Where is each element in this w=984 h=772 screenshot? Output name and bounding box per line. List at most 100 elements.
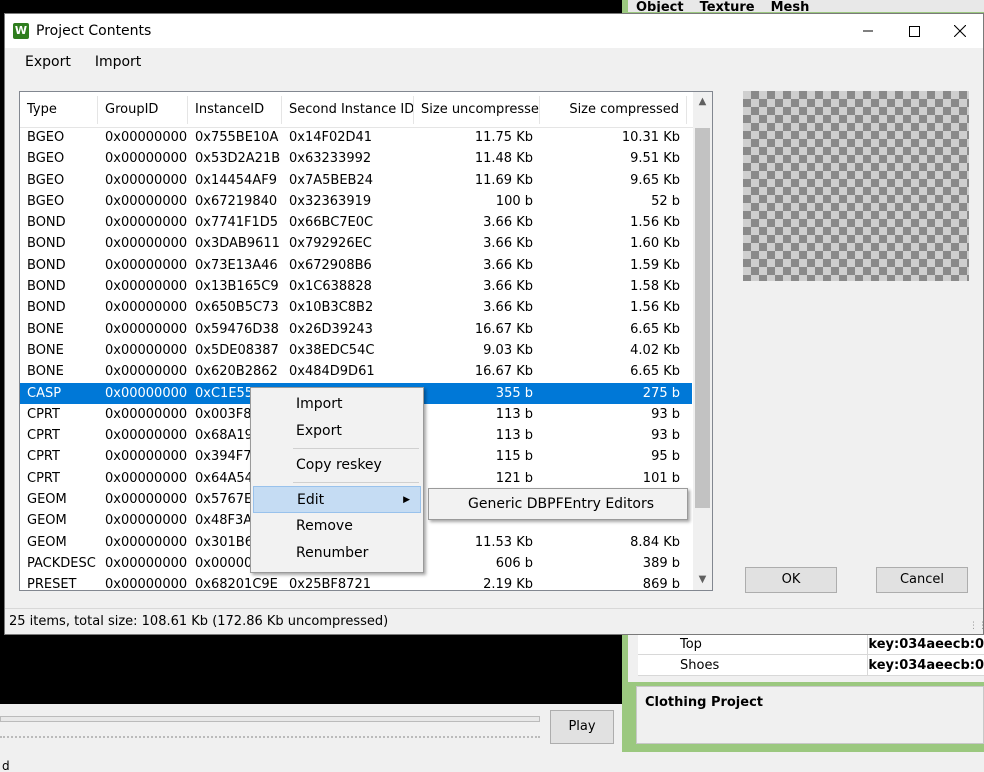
table-cell: 3.66 Kb xyxy=(483,236,533,252)
tab-object[interactable]: Object xyxy=(628,1,692,12)
table-cell: CPRT xyxy=(27,406,60,422)
table-cell: 2.19 Kb xyxy=(483,577,533,591)
table-cell: 0x38EDC54C xyxy=(289,342,375,358)
table-cell: 0x00000000 xyxy=(105,513,188,529)
table-cell: 0x59476D38 xyxy=(195,321,279,337)
table-row[interactable]: PRESET 0x00000000 0x68201C9E 0x25BF8721 2.19… xyxy=(20,574,692,591)
close-button[interactable] xyxy=(937,14,983,48)
tab-mesh[interactable]: Mesh xyxy=(763,1,818,12)
table-cell: 0x68201C9E xyxy=(195,577,278,591)
tab-texture[interactable]: Texture xyxy=(692,1,763,12)
table-cell: 9.65 Kb xyxy=(630,172,680,188)
table-cell: 113 b xyxy=(495,406,533,422)
app-logo-icon: W xyxy=(13,23,29,39)
table-cell: 1.60 Kb xyxy=(630,236,680,252)
table-row[interactable]: BGEO 0x00000000 0x67219840 0x32363919 100 b 5… xyxy=(20,191,692,212)
table-cell: BOND xyxy=(27,300,66,316)
table-cell: BOND xyxy=(27,279,66,295)
property-row-top[interactable]: Top key:034aeecb:0 xyxy=(638,634,984,655)
play-button[interactable]: Play xyxy=(550,710,614,744)
table-cell: 0x00000000 xyxy=(105,300,188,316)
table-cell: 113 b xyxy=(495,428,533,444)
table-cell: 1.56 Kb xyxy=(630,300,680,316)
table-row[interactable]: BONE 0x00000000 0x620B2862 0x484D9D61 16.67 … xyxy=(20,361,692,382)
column-header-instanceid[interactable]: InstanceID xyxy=(188,95,282,124)
close-icon xyxy=(954,25,966,37)
table-cell: 1.56 Kb xyxy=(630,215,680,231)
menu-separator xyxy=(293,448,419,449)
context-menu-import[interactable]: Import xyxy=(253,391,421,418)
submenu-generic-editors[interactable]: Generic DBPFEntry Editors xyxy=(468,496,654,512)
table-cell: 11.53 Kb xyxy=(474,534,533,550)
context-menu-export[interactable]: Export xyxy=(253,418,421,445)
table-cell: 10.31 Kb xyxy=(621,130,680,145)
table-cell: 0x00000000 xyxy=(105,172,188,188)
table-cell: 0x00000000 xyxy=(105,193,188,209)
property-row-shoes[interactable]: Shoes key:034aeecb:0 xyxy=(638,655,984,676)
context-menu-edit[interactable]: Edit ▶ xyxy=(253,486,421,513)
scrollbar-thumb[interactable] xyxy=(695,128,710,508)
column-header-type[interactable]: Type xyxy=(20,95,98,124)
table-cell: 8.84 Kb xyxy=(630,534,680,550)
column-header-size-compressed[interactable]: Size compressed xyxy=(540,95,687,124)
table-cell: 1.58 Kb xyxy=(630,279,680,295)
resize-grip-icon[interactable]: ⋮⋮ xyxy=(969,620,984,632)
table-cell: CPRT xyxy=(27,428,60,444)
maximize-button[interactable] xyxy=(891,14,937,48)
table-cell: 3.66 Kb xyxy=(483,215,533,231)
table-cell: BGEO xyxy=(27,130,65,145)
table-cell: 0x484D9D61 xyxy=(289,364,375,380)
context-menu-renumber[interactable]: Renumber xyxy=(253,540,421,567)
cancel-button[interactable]: Cancel xyxy=(876,567,968,593)
chevron-up-icon[interactable]: ▲ xyxy=(693,92,712,112)
table-cell: 121 b xyxy=(495,470,533,486)
table-cell: 0x620B2862 xyxy=(195,364,278,380)
chevron-down-icon[interactable]: ▼ xyxy=(693,570,712,590)
table-cell: 0x13B165C9 xyxy=(195,279,279,295)
table-row[interactable]: BOND 0x00000000 0x650B5C73 0x10B3C8B2 3.66 K… xyxy=(20,297,692,318)
vertical-scrollbar[interactable]: ▲ ▼ xyxy=(693,92,712,590)
table-cell: 0x00000000 xyxy=(105,406,188,422)
column-header-second-instanceid[interactable]: Second Instance ID xyxy=(282,95,414,124)
table-cell: 0x67219840 xyxy=(195,193,278,209)
table-cell: 0x7A5BEB24 xyxy=(289,172,373,188)
table-cell: 0x00000000 xyxy=(105,428,188,444)
property-value: key:034aeecb:0 xyxy=(867,655,984,675)
table-row[interactable]: BGEO 0x00000000 0x755BE10A 0x14F02D41 11.75 … xyxy=(20,127,692,148)
table-cell: 0x00000000 xyxy=(105,321,188,337)
table-row[interactable]: BONE 0x00000000 0x59476D38 0x26D39243 16.67 … xyxy=(20,319,692,340)
table-cell: 0x00000000 xyxy=(105,257,188,273)
table-cell: 0x00000000 xyxy=(105,555,188,571)
table-row[interactable]: BONE 0x00000000 0x5DE08387 0x38EDC54C 9.03 K… xyxy=(20,340,692,361)
table-cell: 6.65 Kb xyxy=(630,321,680,337)
property-key: Shoes xyxy=(680,658,720,673)
chevron-right-icon: ▶ xyxy=(403,495,410,505)
column-header-size-uncompressed[interactable]: Size uncompressed xyxy=(414,95,540,124)
context-menu-remove[interactable]: Remove xyxy=(253,513,421,540)
ok-button[interactable]: OK xyxy=(745,567,837,593)
table-cell: 0x00000000 xyxy=(105,151,188,167)
table-row[interactable]: BOND 0x00000000 0x7741F1D5 0x66BC7E0C 3.66 K… xyxy=(20,212,692,233)
menu-import[interactable]: Import xyxy=(83,48,153,76)
table-row[interactable]: BOND 0x00000000 0x13B165C9 0x1C638828 3.66 K… xyxy=(20,276,692,297)
table-row[interactable]: BGEO 0x00000000 0x53D2A21B 0x63233992 11.48 … xyxy=(20,148,692,169)
table-cell: CPRT xyxy=(27,449,60,465)
table-cell: 0x00000000 xyxy=(105,470,188,486)
table-row[interactable]: BOND 0x00000000 0x73E13A46 0x672908B6 3.66 K… xyxy=(20,255,692,276)
table-cell: 4.02 Kb xyxy=(630,342,680,358)
table-cell: 0x792926EC xyxy=(289,236,372,252)
table-cell: PACKDESC xyxy=(27,555,96,571)
title-bar[interactable]: W Project Contents xyxy=(5,14,983,48)
table-row[interactable]: BGEO 0x00000000 0x14454AF9 0x7A5BEB24 11.69 … xyxy=(20,170,692,191)
table-cell: 0x5DE08387 xyxy=(195,342,279,358)
timeline-slider[interactable] xyxy=(0,716,540,722)
table-cell: 0x63233992 xyxy=(289,151,372,167)
context-menu-copy-reskey[interactable]: Copy reskey xyxy=(253,452,421,479)
menu-export[interactable]: Export xyxy=(13,48,83,76)
column-header-groupid[interactable]: GroupID xyxy=(98,95,188,124)
table-cell: 93 b xyxy=(651,406,680,422)
table-row[interactable]: BOND 0x00000000 0x3DAB9611 0x792926EC 3.66 K… xyxy=(20,233,692,254)
table-cell: 0x26D39243 xyxy=(289,321,373,337)
table-cell: 0x7741F1D5 xyxy=(195,215,279,231)
minimize-button[interactable] xyxy=(845,14,891,48)
